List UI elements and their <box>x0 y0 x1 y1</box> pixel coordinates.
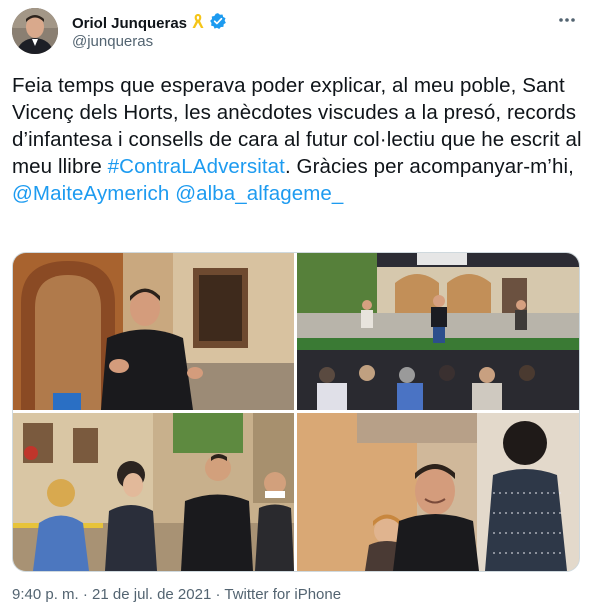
avatar[interactable] <box>12 8 58 54</box>
author-name-row: Oriol Junqueras <box>72 12 227 35</box>
verified-badge-icon <box>209 12 227 35</box>
photo-smiling-closeup[interactable] <box>297 413 579 571</box>
media-grid <box>12 252 580 572</box>
photo-stage-event[interactable] <box>297 253 579 410</box>
yellow-ribbon-icon <box>191 12 205 35</box>
tweet-timestamp[interactable]: 9:40 p. m. · 21 de jul. de 2021 · Twitte… <box>12 586 341 603</box>
more-dots-icon <box>559 18 575 22</box>
tweet-header: Oriol Junqueras @junqueras <box>0 0 593 66</box>
more-options-button[interactable] <box>555 8 579 32</box>
photo-speaker-portrait[interactable] <box>13 253 294 410</box>
tweet-text-segment: . Gràcies per acompanyar-m’hi, <box>284 155 574 178</box>
mention-link[interactable]: @alba_alfageme_ <box>175 182 343 205</box>
display-name[interactable]: Oriol Junqueras <box>72 15 187 32</box>
photo-street-crowd[interactable] <box>13 413 294 571</box>
hashtag-link[interactable]: #ContraLAdversitat <box>108 155 285 178</box>
mention-link[interactable]: @MaiteAymerich <box>12 182 169 205</box>
handle[interactable]: @junqueras <box>72 33 153 50</box>
tweet-text: Feia temps que esperava poder explicar, … <box>12 72 584 207</box>
